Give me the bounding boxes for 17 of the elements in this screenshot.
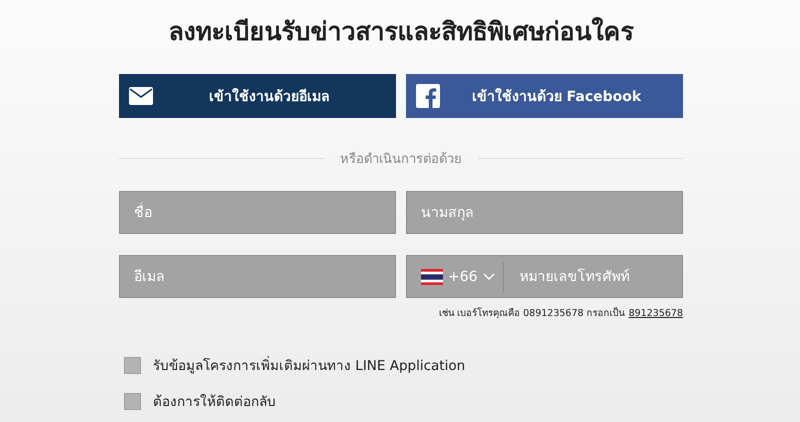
text-input-field[interactable]: นามสกุล [406, 191, 683, 234]
flag-icon [421, 268, 443, 284]
text-input-field[interactable]: ชื่อ [119, 191, 396, 234]
divider-text: หรือดำเนินการต่อด้วย [340, 151, 462, 169]
checkbox-label: รับข้อมูลโครงการเพิ่มเติมผ่านทาง LINE Application [153, 355, 466, 376]
checkbox[interactable] [124, 392, 141, 410]
envelope-icon [129, 87, 153, 105]
phone-hint: เช่น เบอร์โทรคุณคือ 0891235678 กรอกเป็น [439, 306, 625, 320]
text-input-field[interactable]: อีเมล [119, 255, 396, 298]
page-title: ลงทะเบียนรับข่าวสารและสิทธิพิเศษก่อนใคร [168, 16, 635, 48]
example-number: 891235678 [628, 308, 683, 319]
checkbox[interactable] [124, 356, 141, 374]
checkbox-label: ต้องการให้ติดต่อกลับ [153, 393, 276, 412]
email-login-button[interactable]: เข้าใช้งานด้วยอีเมล [119, 74, 396, 118]
facebook-icon [416, 84, 440, 108]
facebook-login-button[interactable]: เข้าใช้งานด้วย Facebook [406, 74, 683, 118]
chevron-down-icon [482, 272, 495, 280]
